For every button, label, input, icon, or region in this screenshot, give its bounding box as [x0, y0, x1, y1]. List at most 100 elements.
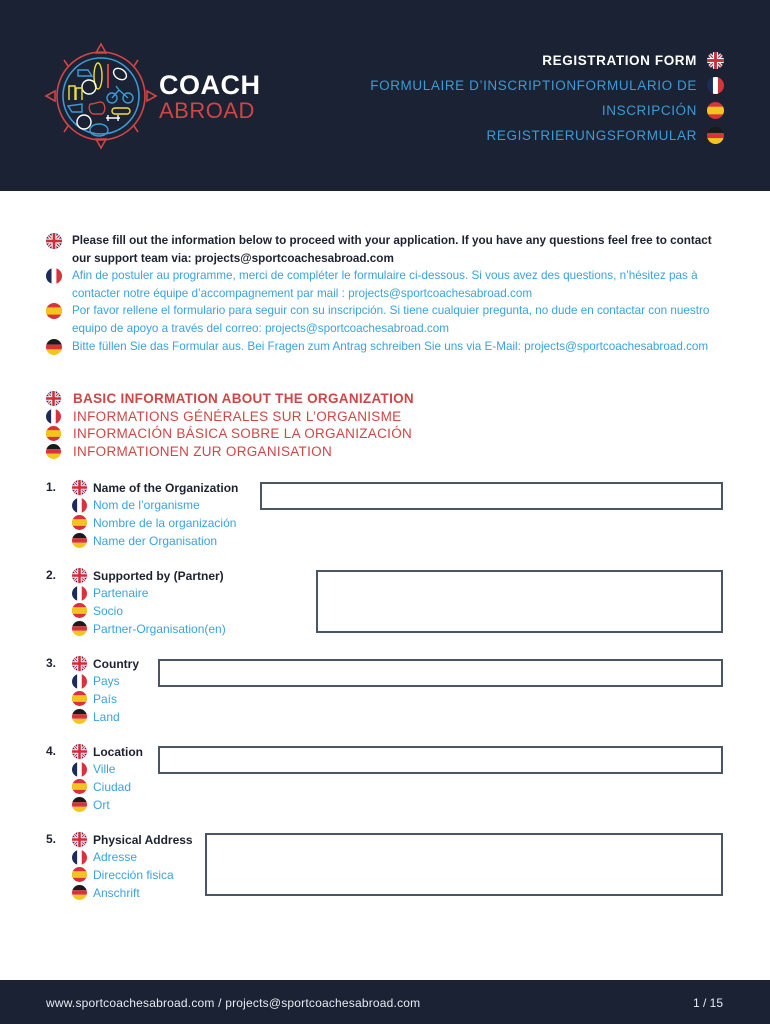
page-number: 1 / 15	[692, 996, 723, 1010]
label-fr-text: Ville	[93, 762, 116, 777]
france-flag-icon	[72, 498, 87, 513]
label-fr: Ville	[72, 761, 143, 779]
title-fr: FORMULAIRE D’INSCRIPTIONFORMULARIO DE	[370, 73, 724, 98]
label-en-text: Physical Address	[93, 832, 193, 847]
label-es-text: País	[93, 691, 118, 706]
logo-wordmark: COACH ABROAD	[159, 72, 261, 122]
field-labels: Name of the Organization Nom de l’organi…	[72, 479, 238, 549]
location-input[interactable]	[158, 746, 723, 774]
label-en: Physical Address	[72, 831, 193, 849]
uk-flag-icon	[707, 52, 724, 69]
title-de: REGISTRIERUNGSFORMULAR	[370, 123, 724, 148]
france-flag-icon	[72, 586, 87, 601]
section-title-es: INFORMACIÓN BÁSICA SOBRE LA ORGANIZACIÓN	[46, 425, 414, 443]
uk-flag-icon	[46, 391, 61, 406]
logo-coach-text: COACH	[159, 70, 261, 100]
spain-flag-icon	[72, 691, 87, 706]
uk-flag-icon	[72, 832, 87, 847]
title-es-text: INSCRIPCIÓN	[601, 103, 697, 118]
section-title-en: BASIC INFORMATION ABOUT THE ORGANIZATION	[46, 390, 414, 408]
label-en: Name of the Organization	[72, 479, 238, 497]
germany-flag-icon	[72, 797, 87, 812]
label-es: Dirección fisica	[72, 866, 193, 884]
section-title-de: INFORMATIONEN ZUR ORGANISATION	[46, 443, 414, 461]
label-fr-text: Partenaire	[93, 586, 149, 601]
label-en-text: Location	[93, 744, 143, 759]
label-en-text: Name of the Organization	[93, 480, 239, 495]
uk-flag-icon	[72, 656, 87, 671]
field-number: 3.	[46, 656, 57, 670]
field-number: 1.	[46, 480, 57, 494]
uk-flag-icon	[72, 480, 87, 495]
label-fr: Partenaire	[72, 585, 226, 603]
label-en: Supported by (Partner)	[72, 567, 226, 585]
germany-flag-icon	[46, 339, 62, 355]
label-es-text: Ciudad	[93, 779, 132, 794]
field-labels: Physical Address Adresse Dirección fisic…	[72, 831, 193, 901]
organization-name-input[interactable]	[260, 482, 723, 510]
label-fr-text: Pays	[93, 674, 120, 689]
field-number: 4.	[46, 744, 57, 758]
spain-flag-icon	[46, 303, 62, 319]
label-fr-text: Adresse	[93, 850, 138, 865]
supported-by-input[interactable]	[316, 570, 723, 633]
spain-flag-icon	[46, 426, 61, 441]
intro-fr: Afin de postuler au programme, merci de …	[46, 267, 726, 302]
label-de: Name der Organisation	[72, 532, 238, 550]
germany-flag-icon	[46, 444, 61, 459]
intro-en: Please fill out the information below to…	[46, 232, 726, 267]
intro-instructions: Please fill out the information below to…	[46, 232, 726, 355]
section-heading: BASIC INFORMATION ABOUT THE ORGANIZATION…	[46, 390, 414, 460]
page-header: COACH ABROAD REGISTRATION FORM FORMULAIR…	[0, 0, 770, 191]
section-title-fr: INFORMATIONS GÉNÉRALES SUR L’ORGANISME	[46, 408, 414, 426]
germany-flag-icon	[72, 709, 87, 724]
spain-flag-icon	[72, 515, 87, 530]
label-en: Country	[72, 655, 139, 673]
germany-flag-icon	[72, 885, 87, 900]
title-fr-text: FORMULAIRE D’INSCRIPTIONFORMULARIO DE	[370, 78, 697, 93]
label-de: Ort	[72, 796, 143, 814]
label-en: Location	[72, 743, 143, 761]
intro-de-text: Bitte füllen Sie das Formular aus. Bei F…	[72, 339, 709, 353]
label-de: Land	[72, 708, 139, 726]
field-labels: Location Ville Ciudad Ort	[72, 743, 143, 813]
label-de-text: Anschrift	[93, 885, 140, 900]
label-es-text: Nombre de la organización	[93, 515, 237, 530]
germany-flag-icon	[707, 127, 724, 144]
intro-es: Por favor rellene el formulario para seg…	[46, 302, 726, 337]
field-labels: Supported by (Partner) Partenaire Socio …	[72, 567, 226, 637]
country-input[interactable]	[158, 659, 723, 687]
france-flag-icon	[46, 268, 62, 284]
intro-fr-text: Afin de postuler au programme, merci de …	[72, 269, 698, 300]
label-es: Nombre de la organización	[72, 514, 238, 532]
footer-contact-links[interactable]: www.sportcoachesabroad.com / projects@sp…	[46, 996, 420, 1010]
label-de-text: Name der Organisation	[93, 533, 218, 548]
intro-de: Bitte füllen Sie das Formular aus. Bei F…	[46, 338, 726, 356]
label-fr: Nom de l’organisme	[72, 497, 238, 515]
label-de-text: Ort	[93, 797, 110, 812]
germany-flag-icon	[72, 621, 87, 636]
label-es: Ciudad	[72, 778, 143, 796]
spain-flag-icon	[72, 603, 87, 618]
label-en-text: Supported by (Partner)	[93, 568, 224, 583]
france-flag-icon	[72, 850, 87, 865]
label-fr: Pays	[72, 673, 139, 691]
logo-abroad-text: ABROAD	[159, 98, 255, 123]
field-labels: Country Pays País Land	[72, 655, 139, 725]
spain-flag-icon	[72, 867, 87, 882]
france-flag-icon	[72, 674, 87, 689]
label-de-text: Partner-Organisation(en)	[93, 621, 226, 636]
label-es: Socio	[72, 602, 226, 620]
title-de-text: REGISTRIERUNGSFORMULAR	[486, 128, 697, 143]
form-title-block: REGISTRATION FORM FORMULAIRE D’INSCRIPTI…	[370, 48, 724, 148]
france-flag-icon	[707, 77, 724, 94]
page-footer: www.sportcoachesabroad.com / projects@sp…	[0, 980, 770, 1024]
intro-en-text: Please fill out the information below to…	[72, 234, 712, 265]
label-es-text: Socio	[93, 603, 124, 618]
intro-es-text: Por favor rellene el formulario para seg…	[72, 304, 710, 335]
section-title-es-text: INFORMACIÓN BÁSICA SOBRE LA ORGANIZACIÓN	[73, 426, 413, 442]
france-flag-icon	[46, 409, 61, 424]
physical-address-input[interactable]	[205, 833, 723, 896]
field-number: 5.	[46, 832, 57, 846]
title-en: REGISTRATION FORM	[370, 48, 724, 73]
